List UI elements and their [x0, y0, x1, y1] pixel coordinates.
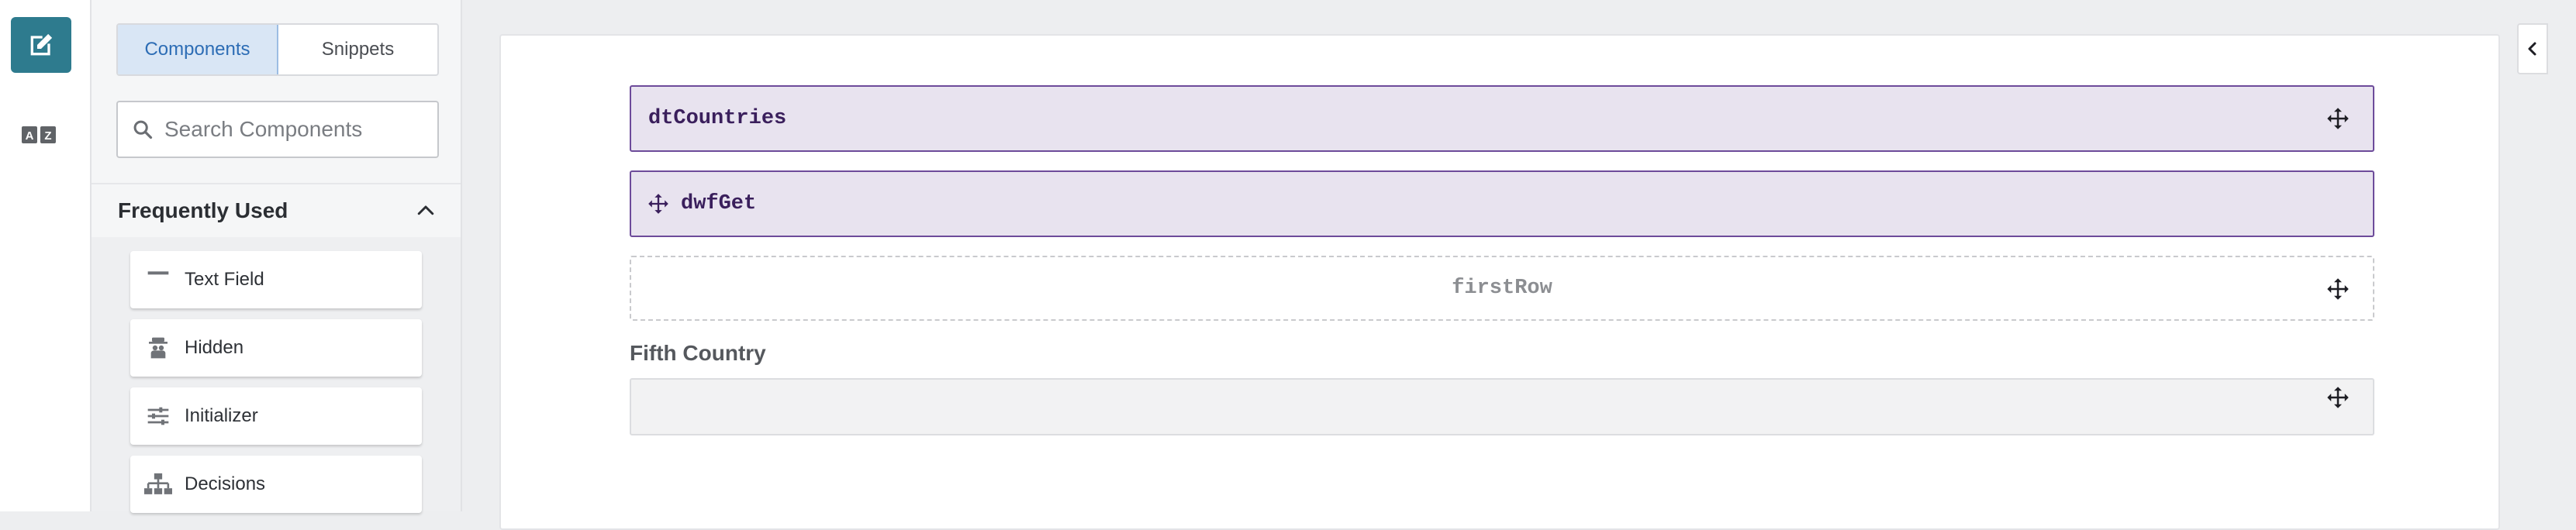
tab-snippets[interactable]: Snippets [278, 25, 437, 74]
frequently-used-title: Frequently Used [118, 198, 288, 222]
component-text-field[interactable]: Text Field [130, 251, 422, 308]
block-dtcountries[interactable]: dtCountries [630, 85, 2374, 152]
component-decisions[interactable]: Decisions [130, 456, 422, 513]
translate-button[interactable]: A Z [20, 122, 59, 147]
panel-tab-toggle: Components Snippets [116, 23, 439, 76]
edit-icon [30, 33, 53, 56]
fifth-country-label: Fifth Country [630, 341, 766, 365]
component-label: Initializer [185, 405, 258, 426]
move-icon[interactable] [2326, 277, 2350, 301]
left-rail: A Z [0, 0, 92, 511]
tab-components[interactable]: Components [118, 25, 278, 74]
component-initializer[interactable]: Initializer [130, 387, 422, 445]
hidden-icon [144, 334, 172, 362]
collapse-panel-button[interactable] [2517, 23, 2548, 74]
svg-text:Z: Z [44, 129, 51, 143]
components-panel: Components Snippets Frequently Used Text… [92, 0, 462, 513]
search-icon [133, 120, 153, 139]
decisions-icon [144, 470, 172, 498]
block-label: firstRow [1452, 277, 1552, 300]
form-canvas: dtCountries dwfGet firstRow Fifth Countr… [499, 34, 2500, 530]
move-icon[interactable] [2326, 386, 2350, 409]
search-box [116, 101, 439, 158]
component-label: Text Field [185, 269, 264, 290]
translate-icon: A Z [22, 126, 56, 143]
block-dwfget[interactable]: dwfGet [630, 170, 2374, 237]
component-label: Decisions [185, 473, 266, 494]
block-label: dwfGet [681, 192, 757, 215]
block-label: dtCountries [648, 107, 787, 130]
edit-mode-button[interactable] [11, 17, 71, 73]
text-field-icon [144, 266, 172, 294]
component-label: Hidden [185, 337, 244, 358]
fifth-country-field[interactable] [630, 378, 2374, 435]
block-firstrow[interactable]: firstRow [630, 256, 2374, 321]
search-input[interactable] [163, 116, 426, 143]
frequently-used-list: Text Field Hidden Initializer Decisions [92, 237, 461, 513]
move-icon[interactable] [2326, 107, 2350, 130]
frequently-used-header[interactable]: Frequently Used [92, 183, 461, 237]
chevron-up-icon[interactable] [414, 199, 437, 222]
move-icon[interactable] [647, 192, 670, 215]
component-hidden[interactable]: Hidden [130, 319, 422, 377]
initializer-icon [144, 402, 172, 430]
svg-text:A: A [26, 129, 34, 143]
chevron-left-icon [2528, 42, 2536, 56]
